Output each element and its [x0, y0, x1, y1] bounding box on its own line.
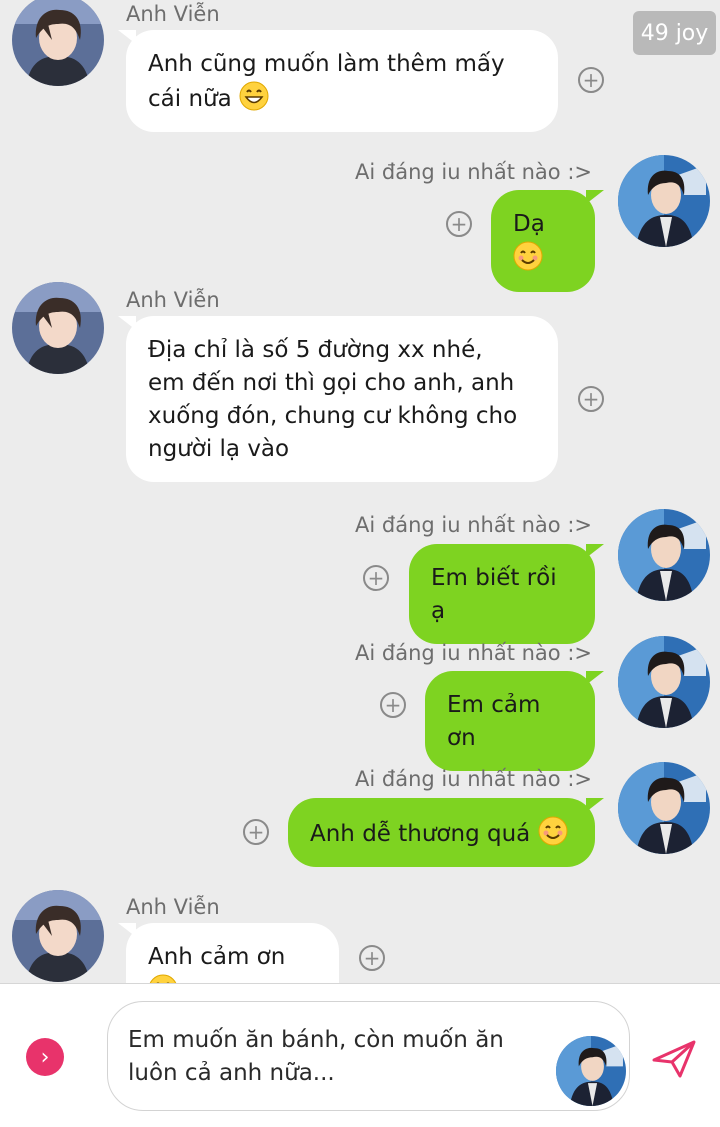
sender-name: Anh Viễn: [126, 2, 220, 26]
message-composer: › Em muốn ăn bánh, còn muốn ăn luôn cả a…: [0, 983, 720, 1127]
message-input[interactable]: Em muốn ăn bánh, còn muốn ăn luôn cả anh…: [107, 1001, 630, 1111]
message-text: Em cảm ơn: [447, 692, 541, 751]
sender-name: Anh Viễn: [126, 288, 220, 312]
my-avatar[interactable]: [618, 509, 710, 601]
message-bubble[interactable]: Anh cảm ơn: [126, 923, 339, 983]
my-avatar[interactable]: [618, 636, 710, 728]
contact-avatar[interactable]: [12, 890, 104, 982]
my-avatar[interactable]: [618, 155, 710, 247]
message-text: Anh cũng muốn làm thêm mấy: [148, 51, 505, 77]
sender-name: Ai đáng iu nhất nào :>: [355, 160, 592, 184]
expand-icon[interactable]: ›: [26, 1038, 64, 1076]
message-text: Anh cảm ơn: [148, 944, 286, 970]
smile-emoji-icon: [538, 816, 568, 846]
my-avatar[interactable]: [618, 762, 710, 854]
message-text: Anh dễ thương quá: [310, 821, 531, 847]
sender-name: Ai đáng iu nhất nào :>: [355, 641, 592, 665]
sender-name: Ai đáng iu nhất nào :>: [355, 513, 592, 537]
add-reaction-icon[interactable]: +: [359, 945, 385, 971]
message-bubble[interactable]: Anh cũng muốn làm thêm mấy cái nữa: [126, 30, 558, 132]
message-text: người lạ vào: [148, 436, 290, 462]
message-text: Địa chỉ là số 5 đường xx nhé,: [148, 337, 483, 363]
add-reaction-icon[interactable]: +: [363, 565, 389, 591]
add-reaction-icon[interactable]: +: [380, 692, 406, 718]
send-icon[interactable]: [650, 1038, 698, 1080]
message-bubble[interactable]: Em biết rồi ạ: [409, 544, 595, 644]
grin-emoji-icon: [239, 81, 269, 111]
message-text: xuống đón, chung cư không cho: [148, 403, 518, 429]
chat-thread[interactable]: 49 joy Anh Viễn Anh cũng muốn làm thêm m…: [0, 0, 720, 983]
smile-emoji-icon: [513, 241, 543, 271]
add-reaction-icon[interactable]: +: [446, 211, 472, 237]
message-bubble[interactable]: Địa chỉ là số 5 đường xx nhé, em đến nơi…: [126, 316, 558, 482]
sender-name: Anh Viễn: [126, 895, 220, 919]
message-bubble[interactable]: Anh dễ thương quá: [288, 798, 595, 867]
joy-badge: 49 joy: [633, 11, 716, 55]
message-text: em đến nơi thì gọi cho anh, anh: [148, 370, 515, 396]
message-text: Dạ: [513, 211, 545, 237]
message-bubble[interactable]: Dạ: [491, 190, 595, 292]
grin-emoji-icon: [148, 974, 178, 983]
sticker-avatar[interactable]: [556, 1036, 626, 1106]
contact-avatar[interactable]: [12, 0, 104, 86]
message-text: cái nữa: [148, 86, 232, 112]
message-bubble[interactable]: Em cảm ơn: [425, 671, 595, 771]
contact-avatar[interactable]: [12, 282, 104, 374]
add-reaction-icon[interactable]: +: [243, 819, 269, 845]
sender-name: Ai đáng iu nhất nào :>: [355, 767, 592, 791]
message-text: Em biết rồi ạ: [431, 565, 557, 624]
message-input-text: luôn cả anh nữa...: [128, 1060, 335, 1086]
message-input-text: Em muốn ăn bánh, còn muốn ăn: [128, 1027, 504, 1053]
add-reaction-icon[interactable]: +: [578, 386, 604, 412]
add-reaction-icon[interactable]: +: [578, 67, 604, 93]
